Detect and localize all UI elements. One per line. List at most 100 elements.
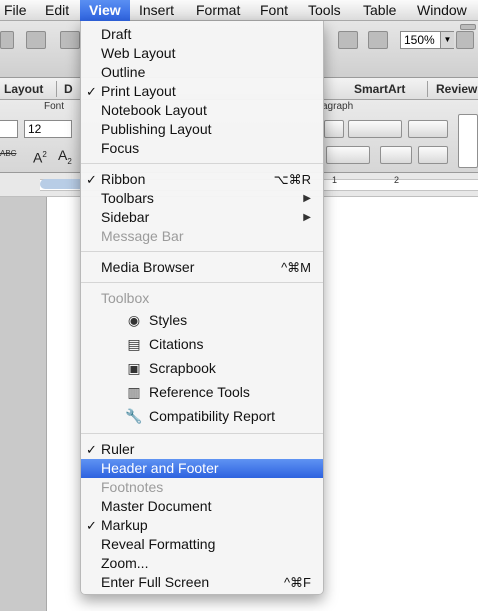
- menu-item-header-and-footer[interactable]: Header and Footer: [81, 459, 323, 478]
- columns-icon[interactable]: [408, 120, 448, 138]
- menu-item-draft[interactable]: Draft: [81, 25, 323, 44]
- indent-icon[interactable]: [348, 120, 402, 138]
- menu-edit[interactable]: Edit: [45, 0, 69, 21]
- menu-item-label: Citations: [149, 336, 204, 352]
- paragraph-group-label: agraph: [322, 101, 354, 112]
- menu-item-label: Zoom...: [101, 555, 149, 571]
- menu-item-label: Focus: [101, 140, 140, 156]
- menu-item-label: Media Browser: [101, 259, 195, 275]
- menu-item-styles[interactable]: ◉ Styles: [81, 311, 323, 330]
- cut-icon[interactable]: [60, 31, 80, 49]
- menu-separator: [81, 163, 323, 164]
- menu-item-shortcut: ^⌘F: [283, 575, 311, 590]
- menu-item-compatibility-report[interactable]: 🔧 Compatibility Report: [81, 407, 323, 426]
- checkmark-icon: ✓: [86, 172, 97, 187]
- menu-item-label: Master Document: [101, 498, 212, 514]
- menu-item-web-layout[interactable]: Web Layout: [81, 44, 323, 63]
- save-icon[interactable]: [0, 31, 14, 49]
- menu-item-label: Outline: [101, 64, 146, 80]
- strikethrough-button[interactable]: ABC: [0, 149, 16, 158]
- menu-item-enter-full-screen[interactable]: Enter Full Screen ^⌘F: [81, 573, 323, 592]
- menu-item-citations[interactable]: ▤ Citations: [81, 335, 323, 354]
- tab-smartart[interactable]: SmartArt: [354, 78, 405, 100]
- menu-item-label: Ruler: [101, 441, 135, 457]
- subscript-button[interactable]: A2: [58, 145, 72, 166]
- styles-gallery[interactable]: [458, 114, 478, 168]
- subscript-mark: 2: [67, 156, 72, 166]
- superscript-label: A: [33, 149, 43, 166]
- menu-separator: [81, 251, 323, 252]
- menu-separator: [81, 433, 323, 434]
- menu-font[interactable]: Font: [260, 0, 288, 21]
- menu-item-sidebar[interactable]: Sidebar ▶: [81, 208, 323, 227]
- ruler-mark: 1: [332, 175, 338, 185]
- font-group-label: Font: [44, 101, 65, 112]
- menu-item-focus[interactable]: Focus: [81, 139, 323, 158]
- menu-item-label: Toolbars: [101, 190, 154, 206]
- menu-item-toolbars[interactable]: Toolbars ▶: [81, 189, 323, 208]
- scrapbook-icon: ▣: [127, 360, 141, 376]
- reference-tools-icon: ▥: [127, 384, 141, 400]
- tab-separator: [56, 81, 57, 97]
- menu-item-outline[interactable]: Outline: [81, 63, 323, 82]
- borders-icon[interactable]: [380, 146, 412, 164]
- menu-item-ruler[interactable]: ✓ Ruler: [81, 440, 323, 459]
- toolbar-text-icon: [460, 24, 476, 30]
- menu-bar: File Edit View Insert Format Font Tools …: [0, 0, 478, 21]
- line-spacing-icon[interactable]: [326, 146, 370, 164]
- print-icon[interactable]: [26, 31, 46, 49]
- menu-item-markup[interactable]: ✓ Markup: [81, 516, 323, 535]
- tab-separator: [427, 81, 428, 97]
- subscript-label: A: [58, 147, 68, 163]
- menu-item-media-browser[interactable]: Media Browser ^⌘M: [81, 258, 323, 277]
- menu-format[interactable]: Format: [196, 0, 240, 21]
- tab-review[interactable]: Review: [436, 78, 477, 100]
- menu-item-shortcut: ⌥⌘R: [273, 172, 311, 187]
- menu-item-label: Ribbon: [101, 171, 146, 187]
- menu-item-label: Reveal Formatting: [101, 536, 216, 552]
- submenu-arrow-icon: ▶: [303, 193, 311, 204]
- menu-item-label: Enter Full Screen: [101, 574, 210, 590]
- styles-icon: ◉: [127, 312, 141, 328]
- menu-item-print-layout[interactable]: ✓ Print Layout: [81, 82, 323, 101]
- checkmark-icon: ✓: [86, 442, 97, 457]
- menu-file[interactable]: File: [4, 0, 27, 21]
- ruler-mark: 2: [394, 175, 400, 185]
- font-size-field[interactable]: 12: [24, 120, 72, 138]
- checkmark-icon: ✓: [86, 518, 97, 533]
- bullets-icon[interactable]: [324, 120, 344, 138]
- menu-tools[interactable]: Tools: [308, 0, 341, 21]
- wrench-icon: 🔧: [125, 408, 143, 424]
- menu-item-scrapbook[interactable]: ▣ Scrapbook: [81, 359, 323, 378]
- sidebar-icon[interactable]: [368, 31, 388, 49]
- menu-item-master-document[interactable]: Master Document: [81, 497, 323, 516]
- menu-item-publishing-layout[interactable]: Publishing Layout: [81, 120, 323, 139]
- superscript-button[interactable]: A2: [33, 145, 47, 166]
- citations-icon: ▤: [127, 336, 141, 352]
- menu-table[interactable]: Table: [363, 0, 396, 21]
- menu-item-label: Publishing Layout: [101, 121, 212, 137]
- menu-header-toolbox: Toolbox: [81, 289, 323, 308]
- menu-item-label: Print Layout: [101, 83, 176, 99]
- menu-item-label: Message Bar: [101, 228, 184, 244]
- menu-item-label: Footnotes: [101, 479, 164, 495]
- menu-item-shortcut: ^⌘M: [281, 260, 311, 275]
- menu-item-reveal-formatting[interactable]: Reveal Formatting: [81, 535, 323, 554]
- menu-insert[interactable]: Insert: [139, 0, 174, 21]
- font-name-field[interactable]: [0, 120, 18, 138]
- menu-view[interactable]: View: [80, 0, 130, 21]
- menu-item-notebook-layout[interactable]: Notebook Layout: [81, 101, 323, 120]
- tab-layout[interactable]: Layout: [4, 78, 43, 100]
- help-icon[interactable]: [456, 31, 474, 49]
- menu-item-reference-tools[interactable]: ▥ Reference Tools: [81, 383, 323, 402]
- tab-d[interactable]: D: [64, 78, 73, 100]
- submenu-arrow-icon: ▶: [303, 212, 311, 223]
- menu-window[interactable]: Window: [417, 0, 467, 21]
- menu-item-label: Reference Tools: [149, 384, 250, 400]
- menu-item-zoom[interactable]: Zoom...: [81, 554, 323, 573]
- menu-item-ribbon[interactable]: ✓ Ribbon ⌥⌘R: [81, 170, 323, 189]
- table-icon[interactable]: [338, 31, 358, 49]
- zoom-dropdown-icon[interactable]: ▼: [440, 32, 454, 48]
- sort-icon[interactable]: [418, 146, 448, 164]
- menu-item-label: Sidebar: [101, 209, 150, 225]
